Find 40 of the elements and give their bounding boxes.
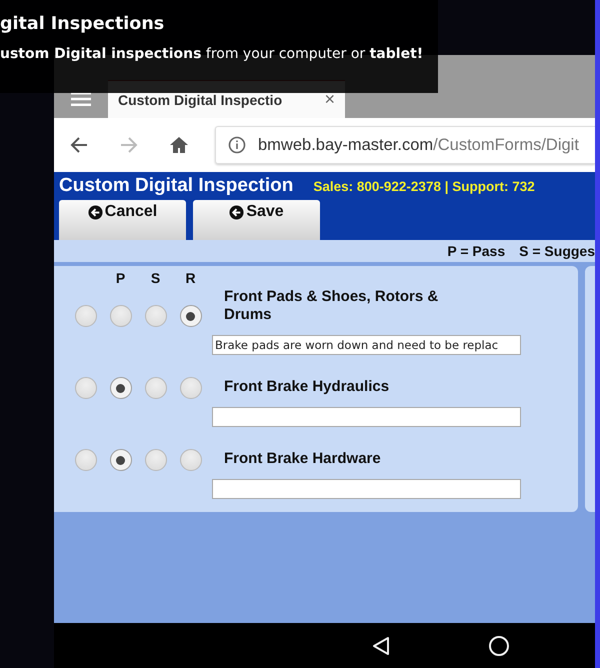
item-label: Front Pads & Shoes, Rotors & Drums: [223, 288, 440, 324]
back-arrow-icon[interactable]: [69, 135, 89, 155]
column-header: S: [150, 270, 162, 286]
address-bar[interactable]: bmweb.bay-master.com/CustomForms/Digit: [215, 126, 595, 164]
item-label: Front Brake Hydraulics: [223, 378, 390, 396]
page-title: Custom Digital Inspection: [59, 175, 294, 197]
radio-button[interactable]: [180, 449, 202, 471]
radio-button[interactable]: [74, 305, 96, 327]
back-circle-icon: [88, 205, 103, 220]
back-circle-icon: [229, 205, 244, 220]
radio-button[interactable]: [144, 449, 166, 471]
caption-subtitle: ustom Digital inspections from your computer or tablet!: [0, 46, 424, 62]
note-field[interactable]: [212, 479, 521, 499]
form-button[interactable]: Save: [193, 200, 320, 240]
item-label: Front Brake Hardware: [223, 450, 382, 468]
contact-numbers: Sales: 800-922-2378 | Support: 732: [313, 178, 535, 194]
close-tab-button[interactable]: ×: [324, 89, 335, 110]
back-icon[interactable]: [372, 636, 390, 656]
legend-text: S = Sugges: [519, 243, 595, 259]
note-field[interactable]: [212, 407, 521, 427]
forward-arrow-icon[interactable]: [119, 135, 139, 155]
radio-button[interactable]: [74, 377, 96, 399]
caption-title: gital Inspections: [0, 14, 164, 34]
radio-button[interactable]: [110, 377, 132, 399]
radio-button[interactable]: [110, 449, 132, 471]
tab-title: Custom Digital Inspectio: [118, 92, 282, 108]
info-icon[interactable]: [228, 136, 246, 154]
radio-button[interactable]: [110, 305, 132, 327]
column-header: P: [114, 270, 126, 286]
radio-button[interactable]: [74, 449, 96, 471]
legend-text: P = Pass: [447, 243, 506, 259]
form-button[interactable]: Cancel: [59, 200, 186, 240]
home-icon[interactable]: [488, 634, 510, 656]
radio-button[interactable]: [144, 305, 166, 327]
radio-button[interactable]: [180, 305, 202, 327]
home-icon[interactable]: [169, 135, 189, 155]
column-header: R: [184, 270, 197, 286]
radio-button[interactable]: [144, 377, 166, 399]
radio-button[interactable]: [180, 377, 202, 399]
note-field[interactable]: Brake pads are worn down and need to be replac: [212, 335, 521, 355]
